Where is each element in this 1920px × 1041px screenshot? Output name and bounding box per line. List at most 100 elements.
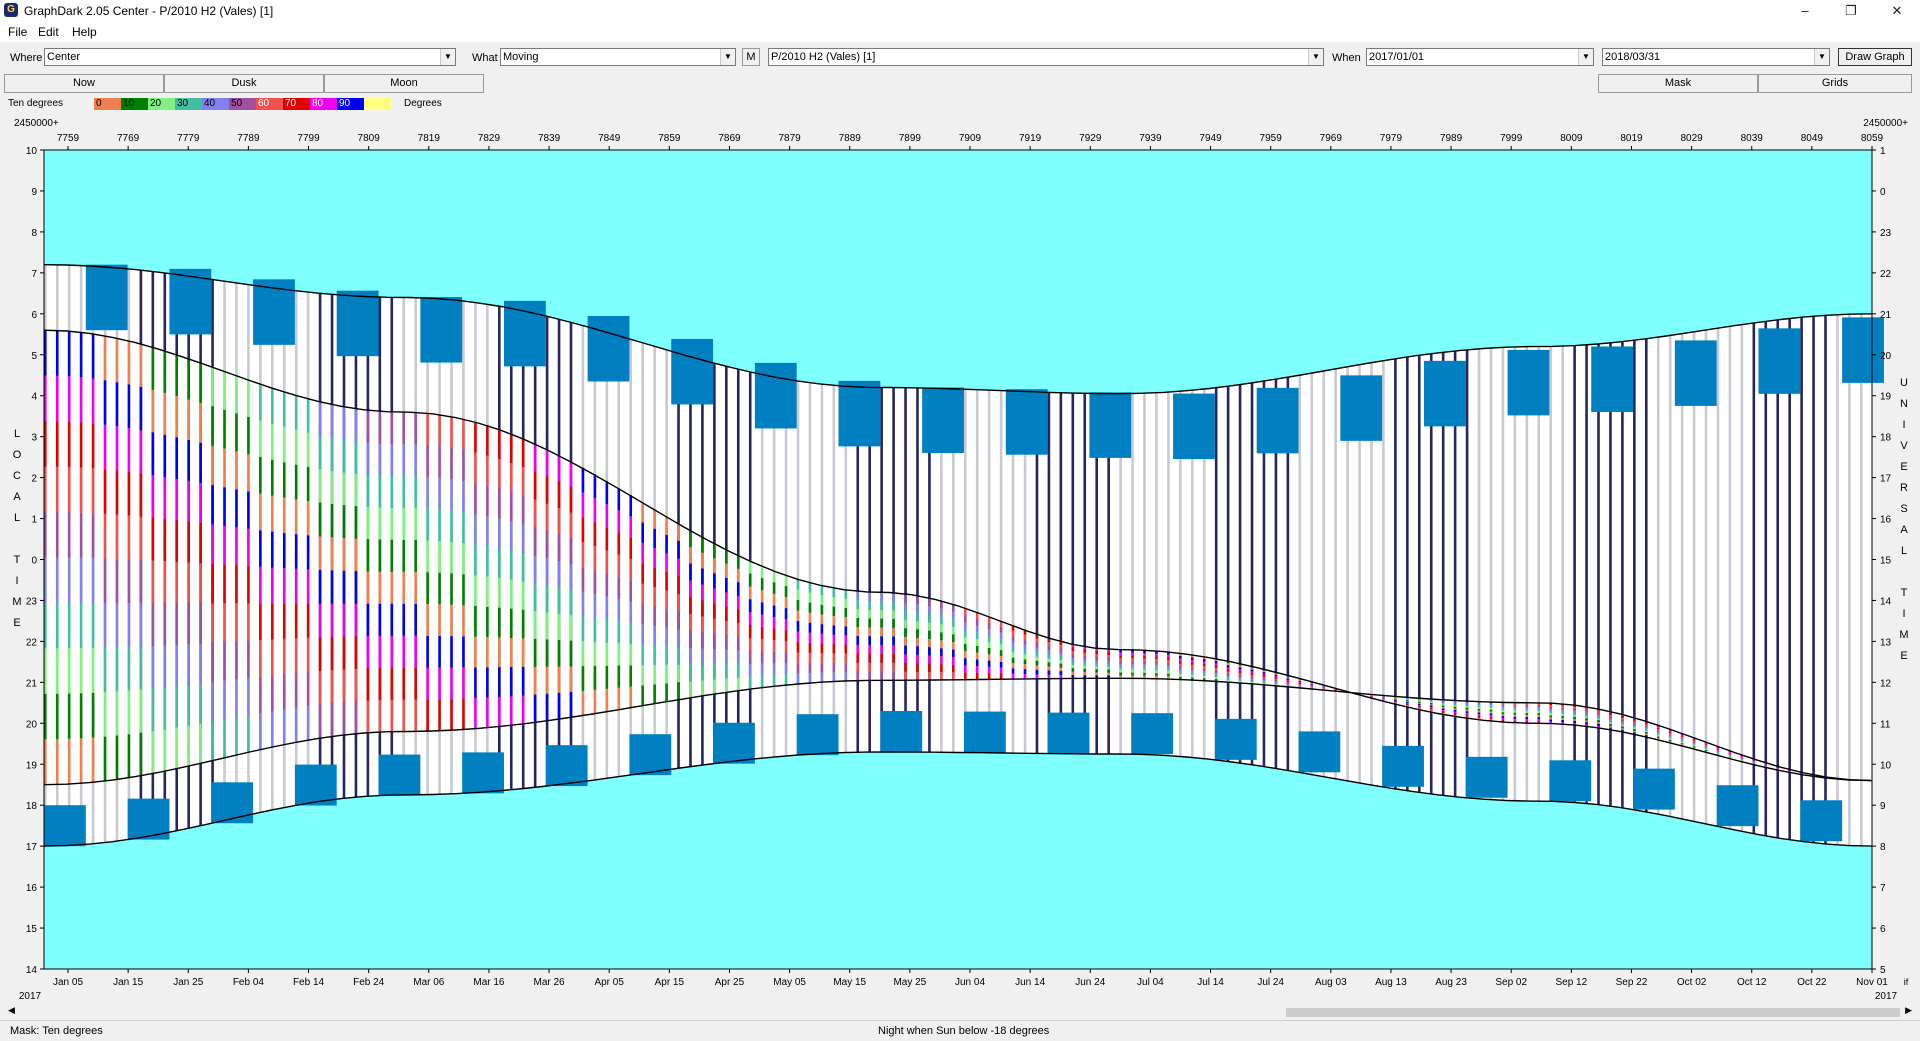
chevron-down-icon[interactable]: ▼ (1308, 49, 1323, 65)
altitude-stripe (306, 569, 310, 604)
menu-help[interactable]: Help (72, 25, 97, 39)
altitude-stripe (1609, 724, 1612, 726)
altitude-stripe (1298, 684, 1302, 686)
object-select[interactable]: P/2010 H2 (Vales) [1] ▼ (768, 48, 1324, 66)
altitude-stripe (569, 615, 573, 641)
altitude-stripe (569, 512, 573, 539)
draw-graph-button[interactable]: Draw Graph (1838, 48, 1912, 66)
altitude-stripe (450, 541, 453, 574)
horizontal-scrollbar[interactable]: ◀ ▶ (8, 1005, 1912, 1018)
altitude-stripe (1059, 656, 1063, 660)
altitude-stripe (1728, 756, 1732, 758)
chevron-down-icon[interactable]: ▼ (1814, 49, 1829, 65)
chevron-down-icon[interactable]: ▼ (1578, 49, 1593, 65)
altitude-stripe (1525, 719, 1529, 722)
what-select[interactable]: Moving ▼ (500, 48, 736, 66)
moon-button[interactable]: Moon (324, 74, 484, 93)
bottom-tick-label: Aug 23 (1435, 977, 1467, 988)
altitude-stripe (1214, 667, 1218, 670)
altitude-stripe (557, 481, 561, 508)
menu-file[interactable]: File (8, 25, 27, 39)
altitude-stripe (199, 442, 202, 483)
altitude-stripe (55, 739, 59, 785)
altitude-stripe (67, 557, 71, 603)
scrollbar-thumb[interactable] (1286, 1008, 1900, 1017)
now-button[interactable]: Now (4, 74, 164, 93)
altitude-stripe (617, 510, 621, 533)
altitude-stripe (1417, 706, 1421, 708)
twilight-stripe (1394, 358, 1397, 789)
altitude-stripe (390, 635, 394, 668)
altitude-stripe (1752, 762, 1756, 764)
altitude-stripe (1740, 757, 1744, 759)
top-tick-label: 7889 (839, 133, 862, 144)
end-date-select[interactable]: 2018/03/31 ▼ (1602, 48, 1830, 66)
altitude-stripe (91, 737, 95, 783)
altitude-stripe (987, 622, 991, 630)
altitude-stripe (1071, 654, 1075, 658)
scroll-left-icon[interactable]: ◀ (8, 1005, 15, 1016)
altitude-stripe (1477, 714, 1481, 717)
altitude-stripe (975, 666, 979, 673)
twilight-stripe (1752, 323, 1756, 834)
altitude-stripe (187, 603, 190, 644)
altitude-stripe (940, 640, 943, 649)
altitude-stripe (79, 693, 83, 739)
m-button[interactable]: M (742, 48, 760, 66)
altitude-stripe (366, 410, 370, 443)
chevron-down-icon[interactable]: ▼ (720, 49, 735, 65)
altitude-stripe (725, 649, 728, 664)
altitude-stripe (282, 426, 286, 463)
altitude-stripe (127, 471, 131, 516)
altitude-stripe (928, 605, 931, 615)
top-tick-label: 7929 (1079, 133, 1102, 144)
where-select[interactable]: Center ▼ (44, 48, 456, 66)
altitude-stripe (438, 477, 441, 510)
altitude-stripe (1143, 672, 1146, 676)
altitude-stripe (1501, 708, 1505, 711)
altitude-stripe (713, 603, 716, 619)
altitude-stripe (282, 709, 286, 745)
altitude-stripe (808, 642, 812, 653)
altitude-stripe (1704, 748, 1708, 750)
altitude-stripe (629, 537, 633, 559)
altitude-stripe (1561, 719, 1564, 722)
altitude-stripe (784, 674, 788, 686)
altitude-stripe (127, 690, 131, 735)
chevron-down-icon[interactable]: ▼ (440, 49, 455, 65)
altitude-stripe (127, 559, 131, 604)
altitude-stripe (1310, 683, 1314, 685)
altitude-stripe (1513, 704, 1517, 707)
altitude-stripe (533, 443, 537, 472)
altitude-stripe (378, 539, 382, 572)
altitude-stripe (665, 609, 668, 628)
altitude-stripe (414, 444, 417, 477)
menu-edit[interactable]: Edit (38, 25, 59, 39)
altitude-stripe (127, 515, 131, 560)
top-tick-label: 7759 (57, 133, 80, 144)
mask-button[interactable]: Mask (1598, 74, 1758, 93)
altitude-stripe (390, 603, 394, 636)
altitude-stripe (593, 594, 597, 619)
altitude-stripe (509, 433, 513, 463)
altitude-stripe (868, 591, 871, 601)
bottom-tick-label: Apr 25 (715, 977, 745, 988)
altitude-stripe (1286, 677, 1290, 679)
altitude-stripe (378, 475, 382, 508)
altitude-stripe (665, 664, 668, 684)
twilight-stripe (916, 387, 919, 753)
altitude-stripe (330, 570, 334, 604)
altitude-stripe (1298, 680, 1302, 682)
altitude-stripe (474, 452, 477, 484)
start-date-select[interactable]: 2017/01/01 ▼ (1366, 48, 1594, 66)
legend-bar: Ten degrees 0 10 20 30 40 50 60 70 80 90 Degrees (0, 96, 1920, 112)
minimize-button[interactable]: – (1782, 0, 1828, 22)
top-tick-label: 8059 (1861, 133, 1884, 144)
dusk-button[interactable]: Dusk (164, 74, 324, 93)
maximize-button[interactable]: ❐ (1828, 0, 1874, 22)
grids-button[interactable]: Grids (1758, 74, 1912, 93)
altitude-chart: 2450000+ 2450000+7759 7769 7779 7789 7799 7809… (12, 118, 1908, 1002)
close-button[interactable]: ✕ (1874, 0, 1920, 22)
altitude-stripe (1047, 658, 1051, 663)
scroll-right-icon[interactable]: ▶ (1905, 1005, 1912, 1016)
